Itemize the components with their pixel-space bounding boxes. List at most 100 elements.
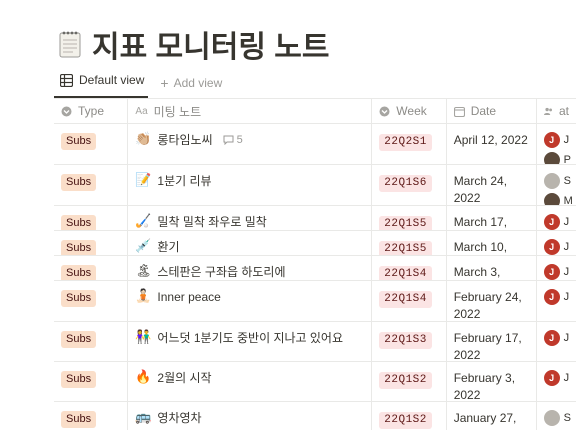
attendees-cell[interactable]: JJ [537, 256, 576, 280]
page-emoji-icon: 🔥 [135, 370, 152, 385]
name-cell[interactable]: 🏑 밀착 밀착 좌우로 밀착 [128, 206, 373, 230]
week-cell[interactable]: 22Q1S4 [372, 281, 447, 321]
attendee[interactable]: JJ [543, 132, 569, 148]
attendee-list: JJ [543, 289, 569, 305]
attendee[interactable]: JJ [543, 370, 569, 386]
attendee-name: M [563, 195, 573, 205]
attendee[interactable]: M [543, 193, 573, 205]
type-cell[interactable]: Subs [54, 362, 129, 401]
table-row[interactable]: Subs 🔥 2월의 시작 22Q1S2 February 3, 2022 J J [54, 362, 576, 402]
attendee-name: J [563, 332, 570, 344]
page-emoji-icon: 🏑 [135, 214, 152, 229]
name-cell[interactable]: 📝 1분기 리뷰 [128, 165, 373, 205]
type-cell[interactable]: Subs [54, 322, 129, 361]
table-row[interactable]: Subs 🧘🏻 Inner peace 22Q1S4 February 24, 2022… [54, 281, 576, 322]
week-cell[interactable]: 22Q2S1 [372, 124, 447, 164]
week-cell[interactable]: 22Q1S2 [372, 362, 447, 401]
attendees-cell[interactable]: JJ [537, 322, 576, 361]
page-link[interactable]: 🔥 2월의 시작 [135, 370, 364, 386]
type-cell[interactable]: Subs [54, 165, 129, 205]
name-cell[interactable]: 🏝 스테판은 구좌읍 하도리에 [128, 256, 373, 280]
type-cell[interactable]: Subs [54, 402, 129, 430]
add-view-button[interactable]: + Add view [148, 76, 222, 98]
table-row[interactable]: Subs 🏑 밀착 밀착 좌우로 밀착 22Q1S5 March 17, 2022 JJ [54, 206, 576, 231]
attendee[interactable]: S [543, 410, 571, 426]
view-tabs: Default view + Add view [54, 70, 576, 98]
date-value: February 3, 2022 [453, 371, 516, 401]
avatar: J [543, 289, 560, 305]
column-header-type[interactable]: Type [54, 99, 129, 123]
date-cell[interactable]: March 10, 2022 [447, 231, 537, 255]
date-cell[interactable]: February 3, 2022 [447, 362, 537, 401]
type-cell[interactable]: Subs [54, 231, 129, 255]
tab-default-view[interactable]: Default view [54, 70, 149, 98]
date-cell[interactable]: February 17, 2022 [447, 322, 537, 361]
name-cell[interactable]: 🧘🏻 Inner peace [128, 281, 373, 321]
column-header-week[interactable]: Week [372, 99, 447, 123]
attendee[interactable]: JJ [543, 264, 569, 280]
date-cell[interactable]: March 24, 2022 [447, 165, 537, 205]
column-header-name[interactable]: Aa 미팅 노트 [128, 99, 373, 123]
column-header-date[interactable]: Date [447, 99, 537, 123]
date-cell[interactable]: January 27, 2022 [447, 402, 537, 430]
type-cell[interactable]: Subs [54, 256, 129, 280]
week-cell[interactable]: 22Q1S5 [372, 231, 447, 255]
attendees-cell[interactable]: JJ [537, 281, 576, 321]
page-link[interactable]: 🏑 밀착 밀착 좌우로 밀착 [135, 214, 364, 230]
page-link[interactable]: 🚌 영차영차 [135, 410, 364, 426]
attendees-cell[interactable]: JJ [537, 231, 576, 255]
attendee[interactable]: JJ [543, 289, 569, 305]
attendees-cell[interactable]: JJ [537, 362, 576, 401]
page-name: Inner peace [157, 290, 221, 304]
date-cell[interactable]: March 3, 2022 [447, 256, 537, 280]
column-header-attendees[interactable]: at [537, 99, 576, 123]
attendee-list: JJ [543, 370, 569, 386]
table-row[interactable]: Subs 💉 환기 22Q1S5 March 10, 2022 JJ [54, 231, 576, 256]
week-cell[interactable]: 22Q1S4 [372, 256, 447, 280]
name-cell[interactable]: 👏🏼 롱타임노씨 5 [128, 124, 373, 164]
table-row[interactable]: Subs 👏🏼 롱타임노씨 5 22Q2S1 April 12, 2022 J J P [54, 124, 576, 165]
page-link[interactable]: 👏🏼 롱타임노씨 5 [135, 132, 364, 148]
type-tag: Subs [61, 265, 97, 280]
page-title-text: 지표 모니터링 노트 [92, 31, 330, 64]
date-value: April 12, 2022 [453, 133, 528, 147]
date-cell[interactable]: March 17, 2022 [447, 206, 537, 230]
table-row[interactable]: Subs 🏝 스테판은 구좌읍 하도리에 22Q1S4 March 3, 2022 JJ [54, 256, 576, 281]
page-link[interactable]: 👫 어느덧 1분기도 중반이 지나고 있어요 [135, 330, 364, 346]
type-cell[interactable]: Subs [54, 281, 129, 321]
attendee[interactable]: JJ [543, 330, 570, 346]
week-cell[interactable]: 22Q1S3 [372, 322, 447, 361]
date-cell[interactable]: February 24, 2022 [447, 281, 537, 321]
type-tag: Subs [61, 240, 97, 255]
page-name: 롱타임노씨 [157, 133, 213, 147]
week-cell[interactable]: 22Q1S6 [372, 165, 447, 205]
week-cell[interactable]: 22Q1S5 [372, 206, 447, 230]
attendees-cell[interactable]: S [537, 402, 576, 430]
name-cell[interactable]: 👫 어느덧 1분기도 중반이 지나고 있어요 [128, 322, 373, 361]
attendee[interactable]: P [543, 152, 572, 164]
attendee[interactable]: S [543, 173, 571, 189]
table-row[interactable]: Subs 👫 어느덧 1분기도 중반이 지나고 있어요 22Q1S3 February … [54, 322, 576, 362]
page-link[interactable]: 🏝 스테판은 구좌읍 하도리에 [135, 264, 364, 280]
table-row[interactable]: Subs 📝 1분기 리뷰 22Q1S6 March 24, 2022 S M [54, 165, 576, 206]
attendees-cell[interactable]: JJ P [537, 124, 576, 164]
attendees-cell[interactable]: SM [537, 165, 576, 205]
name-cell[interactable]: 🔥 2월의 시작 [128, 362, 373, 401]
type-cell[interactable]: Subs [54, 124, 129, 164]
attendee[interactable]: JJ [543, 214, 569, 230]
attendees-cell[interactable]: JJ [537, 206, 576, 230]
page-link[interactable]: 📝 1분기 리뷰 [135, 173, 364, 189]
table-row[interactable]: Subs 🚌 영차영차 22Q1S2 January 27, 2022 S [54, 402, 576, 430]
name-cell[interactable]: 💉 환기 [128, 231, 373, 255]
date-cell[interactable]: April 12, 2022 [447, 124, 537, 164]
page-link[interactable]: 💉 환기 [135, 239, 364, 255]
attendee[interactable]: JJ [543, 239, 569, 255]
comment-count[interactable]: 5 [223, 132, 243, 148]
page-emoji-icon: 🚌 [135, 410, 152, 425]
type-cell[interactable]: Subs [54, 206, 129, 230]
select-property-icon [379, 106, 390, 116]
week-cell[interactable]: 22Q1S2 [372, 402, 447, 430]
name-cell[interactable]: 🚌 영차영차 [128, 402, 373, 430]
attendee-name: P [563, 154, 572, 164]
page-link[interactable]: 🧘🏻 Inner peace [135, 289, 364, 305]
